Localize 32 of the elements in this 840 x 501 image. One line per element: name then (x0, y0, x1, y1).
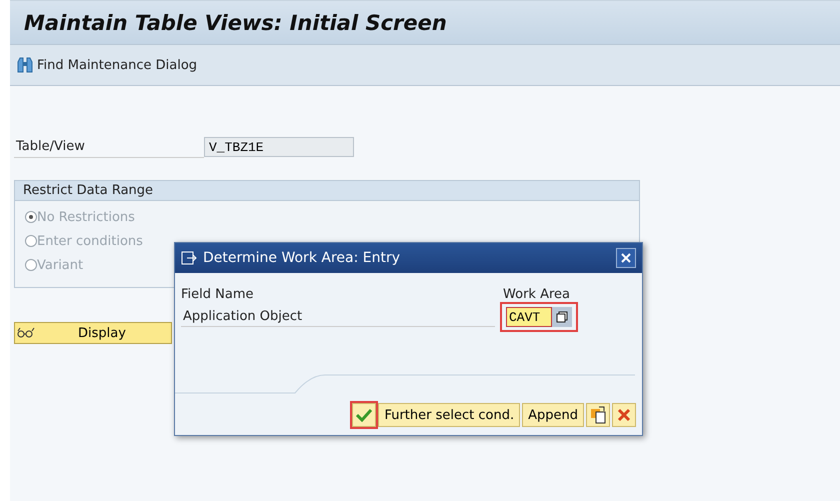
cross-icon (617, 408, 631, 422)
confirm-button[interactable] (352, 403, 376, 427)
table-view-field[interactable]: V_TBZ1E (204, 137, 354, 157)
clipboard-icon (590, 406, 606, 424)
close-button[interactable] (616, 248, 636, 268)
value-help-icon (556, 311, 568, 323)
checkmark-icon (356, 408, 372, 422)
find-maintenance-dialog-button[interactable]: Find Maintenance Dialog (12, 54, 202, 76)
value-help-button[interactable] (552, 307, 572, 327)
dialog-button[interactable]: Further select cond. (378, 403, 520, 427)
glasses-icon (17, 327, 35, 339)
work-area-field[interactable]: CAVT (506, 307, 552, 327)
radio-button[interactable] (25, 259, 37, 271)
display-button[interactable]: Display (14, 322, 172, 344)
field-name: Application Object (181, 307, 495, 327)
radio-label: Enter conditions (37, 234, 143, 248)
dialog-title: Determine Work Area: Entry (203, 250, 402, 266)
radio-button[interactable] (25, 211, 37, 223)
entry-icon (181, 251, 197, 265)
paste-button[interactable] (586, 403, 610, 427)
group-title: Restrict Data Range (15, 181, 639, 201)
radio-label: Variant (37, 258, 84, 272)
radio-label: No Restrictions (37, 210, 135, 224)
close-icon (621, 253, 631, 263)
cancel-button[interactable] (612, 403, 636, 427)
binoculars-icon (16, 56, 34, 74)
dialog-button[interactable]: Append (522, 403, 584, 427)
column-header: Field Name (181, 287, 254, 302)
field-label: Table/View (14, 136, 204, 158)
column-header: Work Area (503, 287, 570, 302)
window-title: Maintain Table Views: Initial Screen (24, 10, 447, 34)
radio-button[interactable] (25, 235, 37, 247)
